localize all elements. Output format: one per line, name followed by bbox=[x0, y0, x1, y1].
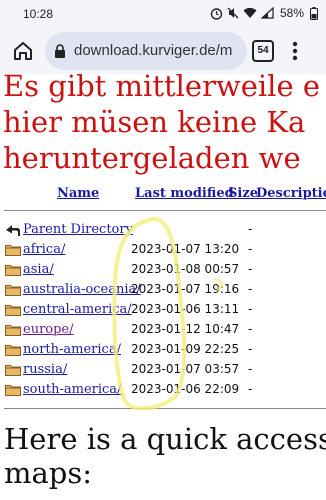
row-size: - bbox=[248, 262, 253, 277]
folder-icon bbox=[5, 385, 21, 396]
list-item: north-america/ 2023-01-09 22:25 - bbox=[0, 340, 326, 360]
row-size: - bbox=[248, 342, 253, 357]
list-item: russia/ 2023-01-07 03:57 - bbox=[0, 360, 326, 380]
more-menu-icon[interactable] bbox=[292, 40, 298, 62]
status-bar: 10:28 58% bbox=[0, 0, 326, 28]
folder-link[interactable]: russia/ bbox=[23, 362, 67, 377]
alarm-icon bbox=[210, 7, 223, 20]
list-item: central-america/ 2023-01-06 13:11 - bbox=[0, 300, 326, 320]
page-heading: Es gibt mittlerweile e hier müsen keine … bbox=[3, 74, 326, 176]
folder-link[interactable]: australia-oceania/ bbox=[23, 282, 141, 297]
heading-line: hier müsen keine Ka bbox=[3, 105, 306, 139]
row-date: 2023-01-12 10:47 bbox=[131, 322, 240, 336]
folder-link[interactable]: asia/ bbox=[23, 262, 54, 277]
folder-link[interactable]: south-america/ bbox=[23, 382, 121, 397]
row-date: 2023-01-08 00:57 bbox=[131, 262, 240, 276]
column-header-size[interactable]: Size bbox=[228, 186, 258, 201]
heading-line: Es gibt mittlerweile e bbox=[3, 74, 321, 103]
page-content: Es gibt mittlerweile e hier müsen keine … bbox=[0, 74, 326, 500]
column-header-description[interactable]: Description bbox=[256, 186, 326, 201]
row-date: 2023-01-09 22:25 bbox=[131, 342, 240, 356]
home-icon[interactable] bbox=[12, 40, 34, 62]
list-item: south-america/ 2023-01-06 22:09 - bbox=[0, 380, 326, 400]
row-date: 2023-01-07 03:57 bbox=[131, 362, 240, 376]
browser-toolbar: download.kurviger.de/m 54 bbox=[0, 28, 326, 74]
sort-by-description-link[interactable]: Description bbox=[256, 186, 326, 201]
quick-line: Here is a quick access bbox=[4, 422, 326, 456]
row-size: - bbox=[248, 382, 253, 397]
url-text[interactable]: download.kurviger.de/m bbox=[74, 42, 232, 59]
parent-directory-row: Parent Directory - bbox=[0, 220, 326, 240]
folder-icon bbox=[5, 245, 21, 256]
address-bar[interactable]: download.kurviger.de/m bbox=[45, 32, 247, 70]
wifi-icon bbox=[243, 7, 257, 18]
folder-link[interactable]: central-america/ bbox=[23, 302, 132, 317]
row-date: 2023-01-06 22:09 bbox=[131, 382, 240, 396]
back-arrow-icon bbox=[6, 225, 20, 236]
status-icons: 58% bbox=[210, 6, 318, 20]
row-date: 2023-01-07 19:16 bbox=[131, 282, 240, 296]
sort-by-name-link[interactable]: Name bbox=[57, 186, 99, 201]
row-date: 2023-01-07 13:20 bbox=[131, 242, 240, 256]
row-size: - bbox=[248, 222, 253, 237]
quick-line: maps: bbox=[4, 456, 93, 490]
row-size: - bbox=[248, 302, 253, 317]
list-item: europe/ 2023-01-12 10:47 - bbox=[0, 320, 326, 340]
row-date: 2023-01-06 13:11 bbox=[131, 302, 240, 316]
row-size: - bbox=[248, 282, 253, 297]
mute-icon bbox=[227, 7, 239, 19]
folder-icon bbox=[5, 365, 21, 376]
sort-by-date-link[interactable]: Last modified bbox=[135, 186, 234, 201]
folder-icon bbox=[5, 305, 21, 316]
sort-by-size-link[interactable]: Size bbox=[228, 186, 258, 201]
status-time: 10:28 bbox=[23, 7, 54, 21]
battery-percent: 58% bbox=[279, 6, 304, 20]
row-size: - bbox=[248, 242, 253, 257]
column-header-last-modified[interactable]: Last modified bbox=[135, 186, 234, 201]
quick-access-heading: Here is a quick access maps: bbox=[4, 422, 326, 490]
folder-icon bbox=[5, 325, 21, 336]
row-size: - bbox=[248, 362, 253, 377]
list-item: australia-oceania/ 2023-01-07 19:16 - bbox=[0, 280, 326, 300]
folder-link[interactable]: north-america/ bbox=[23, 342, 121, 357]
folder-link[interactable]: africa/ bbox=[23, 242, 65, 257]
column-header-name[interactable]: Name bbox=[57, 186, 99, 201]
battery-icon bbox=[310, 6, 318, 20]
folder-icon bbox=[5, 265, 21, 276]
heading-line: heruntergeladen we bbox=[3, 141, 301, 175]
lock-icon[interactable] bbox=[54, 44, 66, 58]
list-item: africa/ 2023-01-07 13:20 - bbox=[0, 240, 326, 260]
list-item: asia/ 2023-01-08 00:57 - bbox=[0, 260, 326, 280]
tab-switcher-button[interactable]: 54 bbox=[252, 40, 274, 62]
signal-icon bbox=[260, 7, 274, 19]
divider bbox=[4, 210, 326, 211]
parent-directory-link[interactable]: Parent Directory bbox=[23, 222, 133, 237]
folder-link[interactable]: europe/ bbox=[23, 322, 74, 337]
divider bbox=[4, 408, 326, 409]
folder-icon bbox=[5, 285, 21, 296]
folder-icon bbox=[5, 345, 21, 356]
row-size: - bbox=[248, 322, 253, 337]
